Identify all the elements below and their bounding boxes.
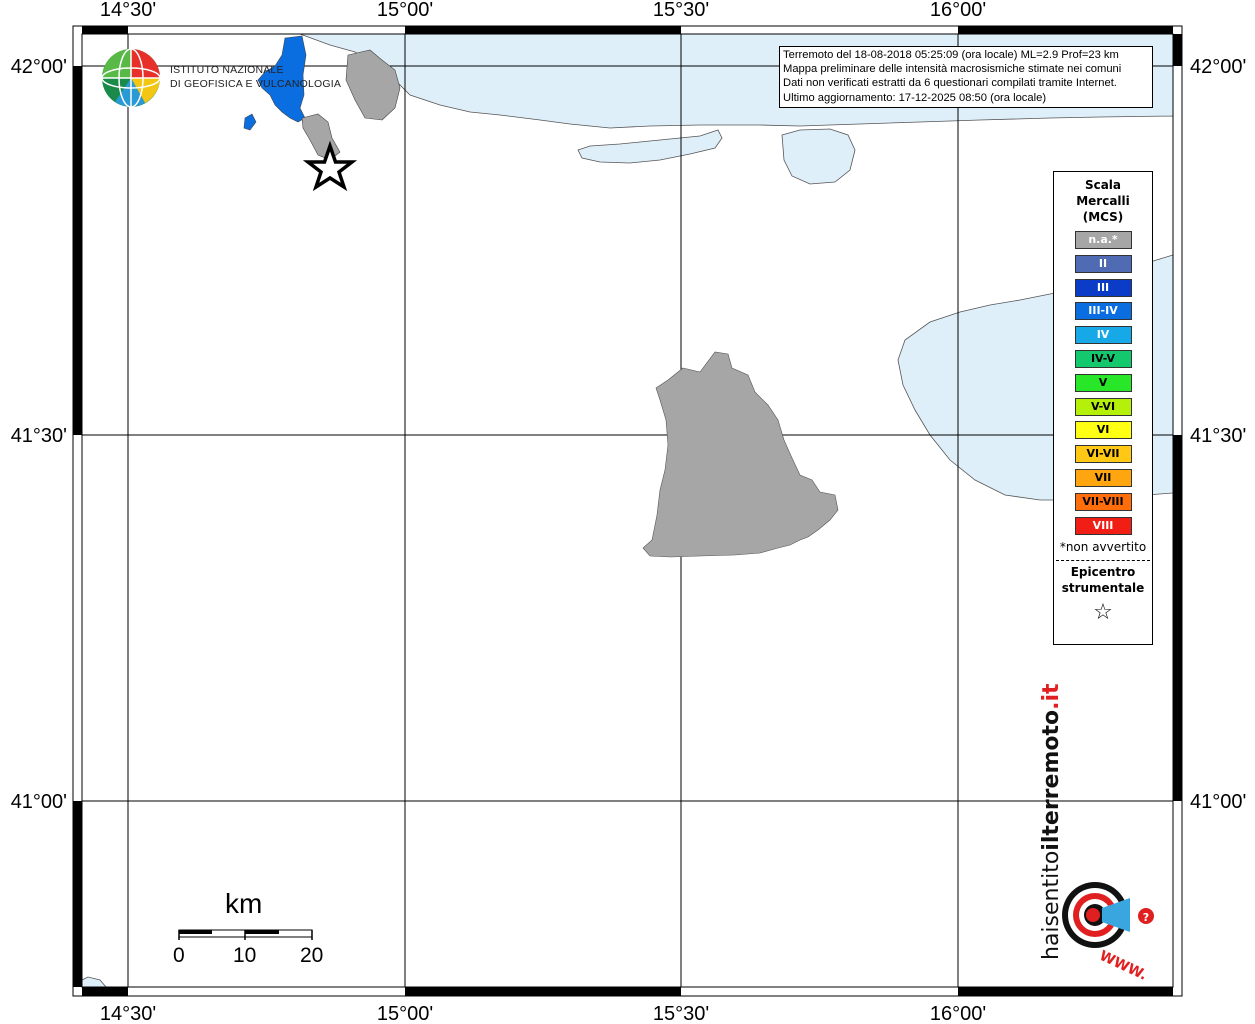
lat-label-right-3: 41°00' xyxy=(1190,791,1246,813)
scale-unit-label: km xyxy=(225,888,263,919)
legend-title: Scala Mercalli (MCS) xyxy=(1054,177,1152,225)
legend-swatch: IV xyxy=(1074,326,1132,345)
scale-tick-10: 10 xyxy=(233,944,257,967)
info-line4: Ultimo aggiornamento: 17-12-2025 08:50 (… xyxy=(783,91,1047,104)
event-info-box: Terremoto del 18-08-2018 05:25:09 (ora l… xyxy=(779,46,1153,108)
lon-label-bottom-4: 16°00' xyxy=(930,1003,986,1024)
ingv-line1: ISTITUTO NAZIONALE xyxy=(170,64,284,76)
info-line2: Mappa preliminare delle intensità macros… xyxy=(783,63,1122,76)
lon-label-bottom-2: 15°00' xyxy=(377,1003,433,1024)
legend-note: *non avvertito xyxy=(1059,540,1147,555)
legend-swatch: VI xyxy=(1074,421,1132,440)
legend-title-line3: (MCS) xyxy=(1082,210,1124,224)
lon-label-bottom-3: 15°30' xyxy=(653,1003,709,1024)
legend-swatch: VII-VIII xyxy=(1074,492,1132,511)
ingv-logo-icon xyxy=(101,48,161,108)
legend-swatch: II xyxy=(1074,254,1132,273)
legend-swatch: III-IV xyxy=(1074,302,1132,321)
svg-text:haisentitoilterremoto.it: haisentitoilterremoto.it xyxy=(1039,683,1064,960)
info-line3: Dati non verificati estratti da 6 questi… xyxy=(783,77,1117,90)
ingv-logo-text: ISTITUTO NAZIONALE DI GEOFISICA E VULCAN… xyxy=(170,63,341,91)
legend-title-line2: Mercalli xyxy=(1076,194,1130,208)
legend-swatches: n.a.* II III III-IV IV IV-V V V-VI VI VI-VII VII VI… xyxy=(1054,231,1152,535)
legend-epicenter-title: Epicentro strumentale xyxy=(1054,564,1152,596)
lat-label-left-1: 42°00' xyxy=(11,56,67,78)
legend-title-line1: Scala xyxy=(1084,178,1122,192)
legend-epicenter-line2: strumentale xyxy=(1061,581,1145,596)
lon-label-bottom-1: 14°30' xyxy=(100,1003,156,1024)
intensity-legend: Scala Mercalli (MCS) n.a.* II III III-IV IV I… xyxy=(1053,171,1153,645)
lat-label-right-1: 42°00' xyxy=(1190,56,1246,78)
lon-label-top-3: 15°30' xyxy=(653,0,709,21)
map-area xyxy=(73,26,1182,996)
ingv-line2: DI GEOFISICA E VULCANOLOGIA xyxy=(170,78,342,90)
scale-tick-0: 0 xyxy=(173,944,185,967)
legend-epicenter-line1: Epicentro xyxy=(1070,565,1136,580)
legend-swatch: VII xyxy=(1074,468,1132,487)
svg-text:?: ? xyxy=(1143,911,1149,924)
legend-swatch: V xyxy=(1074,373,1132,392)
star-icon: ☆ xyxy=(1093,600,1113,626)
legend-swatch: IV-V xyxy=(1074,349,1132,368)
lat-label-left-3: 41°00' xyxy=(11,791,67,813)
scale-tick-20: 20 xyxy=(300,944,324,967)
legend-swatch: V-VI xyxy=(1074,397,1132,416)
legend-swatch: VIII xyxy=(1074,516,1132,535)
legend-swatch: VI-VII xyxy=(1074,445,1132,464)
lat-label-left-2: 41°30' xyxy=(11,425,67,447)
lat-label-right-2: 41°30' xyxy=(1190,425,1246,447)
legend-swatch: III xyxy=(1074,278,1132,297)
lon-label-top-2: 15°00' xyxy=(377,0,433,21)
legend-separator xyxy=(1056,560,1150,562)
lon-label-top-1: 14°30' xyxy=(100,0,156,21)
legend-swatch: n.a.* xyxy=(1074,231,1132,249)
info-line1: Terremoto del 18-08-2018 05:25:09 (ora l… xyxy=(783,49,1119,61)
lon-label-top-4: 16°00' xyxy=(930,0,986,21)
